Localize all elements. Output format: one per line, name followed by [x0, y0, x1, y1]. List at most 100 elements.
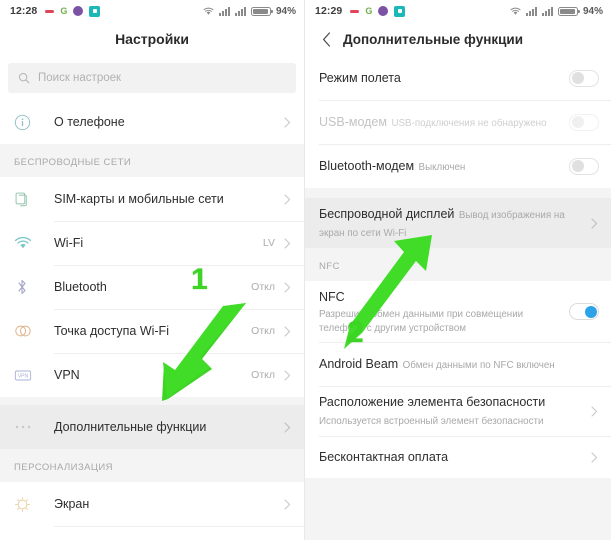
search-input[interactable] — [38, 72, 286, 84]
section-header-wireless: БЕСПРОВОДНЫЕ СЕТИ — [0, 144, 304, 177]
dash-icon — [350, 9, 360, 13]
sidebar-item-wallpaper[interactable]: Обои — [0, 526, 304, 540]
row-title: Расположение элемента безопасности — [319, 395, 546, 410]
setting-row-wireless-display[interactable]: Беспроводной дисплей Вывод изображения н… — [305, 198, 611, 248]
viber-icon — [378, 6, 389, 16]
sidebar-item-vpn[interactable]: VPN VPN Откл — [0, 353, 304, 397]
sidebar-item-wifi[interactable]: Wi-Fi LV — [0, 221, 304, 265]
row-value: LV — [262, 237, 275, 249]
chevron-right-icon — [589, 405, 599, 417]
chevron-right-icon — [282, 116, 292, 128]
wifi-icon — [203, 7, 214, 15]
setting-row-android-beam[interactable]: Android Beam Обмен данными по NFC включе… — [305, 342, 611, 387]
setting-row-bluetooth-tethering[interactable]: Bluetooth-модем Выключен — [305, 144, 611, 188]
app-icon — [89, 5, 101, 17]
search-icon — [18, 72, 30, 84]
more-dots-icon — [14, 424, 54, 430]
chevron-right-icon — [589, 217, 599, 229]
row-body: Точка доступа Wi-Fi — [54, 315, 251, 347]
status-bar-right: 12:29 G 94% — [305, 0, 611, 22]
chevron-right-icon — [282, 325, 292, 337]
back-chevron-icon[interactable] — [311, 22, 341, 56]
settings-list-left[interactable]: О телефоне БЕСПРОВОДНЫЕ СЕТИ — [0, 56, 304, 540]
sidebar-item-about-phone[interactable]: О телефоне — [0, 100, 304, 144]
dash-icon — [45, 9, 55, 13]
battery-percent: 94% — [275, 5, 296, 17]
sidebar-item-additional-functions[interactable]: Дополнительные функции — [0, 405, 304, 449]
app-icon — [394, 5, 406, 17]
gmail-icon: G — [365, 5, 373, 16]
brightness-icon — [14, 496, 54, 513]
row-title: Bluetooth — [54, 280, 107, 294]
row-body: SIM-карты и мобильные сети — [54, 183, 282, 215]
bluetooth-tethering-toggle[interactable] — [569, 157, 599, 175]
status-bar-left: 12:28 G 94% — [0, 0, 304, 22]
airplane-mode-toggle[interactable] — [569, 69, 599, 87]
svg-text:VPN: VPN — [18, 373, 29, 379]
status-notification-icons: G — [45, 5, 101, 17]
chevron-right-icon — [282, 193, 292, 205]
group-wireless-display: Беспроводной дисплей Вывод изображения н… — [305, 198, 611, 248]
row-body: Bluetooth-модем Выключен — [319, 150, 569, 182]
row-title: О телефоне — [54, 115, 125, 129]
vpn-icon: VPN — [14, 369, 54, 382]
row-body: О телефоне — [54, 106, 282, 138]
battery-icon — [250, 6, 273, 16]
setting-row-usb-tethering: USB-модем USB-подключения не обнаружено — [305, 100, 611, 144]
row-body: Расположение элемента безопасности Испол… — [319, 386, 589, 436]
setting-row-nfc[interactable]: NFC Разрешить обмен данными при совмещен… — [305, 281, 611, 343]
signal-icon — [218, 6, 230, 16]
group-nfc: NFC Разрешить обмен данными при совмещен… — [305, 281, 611, 479]
row-title: Бесконтактная оплата — [319, 450, 449, 465]
sidebar-item-wifi-hotspot[interactable]: Точка доступа Wi-Fi Откл — [0, 309, 304, 353]
setting-row-airplane-mode[interactable]: Режим полета — [305, 56, 611, 100]
row-body: Беспроводной дисплей Вывод изображения н… — [319, 198, 589, 248]
chevron-right-icon — [282, 369, 292, 381]
settings-list-right[interactable]: Режим полета USB-модем USB-подключения н… — [305, 56, 611, 540]
row-value: Откл — [251, 369, 275, 381]
row-value: Откл — [251, 281, 275, 293]
title-bar-right: Дополнительные функции — [305, 22, 611, 56]
usb-tethering-toggle — [569, 113, 599, 131]
chevron-right-icon — [282, 281, 292, 293]
row-title: SIM-карты и мобильные сети — [54, 192, 224, 206]
row-body: VPN — [54, 359, 251, 391]
row-body: Бесконтактная оплата — [319, 441, 589, 473]
row-body: NFC Разрешить обмен данными при совмещен… — [319, 281, 569, 342]
row-title: NFC — [319, 290, 345, 304]
nfc-toggle[interactable] — [569, 303, 599, 321]
row-body: Экран — [54, 488, 282, 520]
row-title: Беспроводной дисплей — [319, 207, 455, 221]
page-title: Настройки — [115, 31, 189, 47]
signal-icon — [234, 6, 246, 16]
row-body: USB-модем USB-подключения не обнаружено — [319, 106, 569, 138]
info-icon — [14, 114, 54, 131]
setting-row-contactless-payment[interactable]: Бесконтактная оплата — [305, 436, 611, 479]
sidebar-item-sim-cards[interactable]: SIM-карты и мобильные сети — [0, 177, 304, 221]
setting-row-secure-element[interactable]: Расположение элемента безопасности Испол… — [305, 386, 611, 437]
row-value: Откл — [251, 325, 275, 337]
row-subtitle: USB-подключения не обнаружено — [391, 118, 547, 129]
chevron-right-icon — [282, 421, 292, 433]
chevron-right-icon — [282, 237, 292, 249]
search-box[interactable] — [8, 63, 296, 93]
right-phone-screen: 12:29 G 94% Дополнительные функции Режим… — [305, 0, 611, 540]
group-connectivity: Режим полета USB-модем USB-подключения н… — [305, 56, 611, 188]
dual-screenshot-container: 12:28 G 94% Настройки Поиск настроек О т… — [0, 0, 611, 540]
group-personalization: Экран Обои — [0, 482, 304, 540]
signal-icon — [525, 6, 537, 16]
chevron-right-icon — [282, 498, 292, 510]
page-title: Дополнительные функции — [343, 31, 524, 47]
row-body: Wi-Fi — [54, 227, 263, 259]
status-time: 12:29 — [315, 5, 343, 17]
left-phone-screen: 12:28 G 94% Настройки Поиск настроек О т… — [0, 0, 305, 540]
row-subtitle: Используется встроенный элемент безопасн… — [319, 416, 544, 428]
row-title: Bluetooth-модем — [319, 159, 415, 173]
row-title: Точка доступа Wi-Fi — [54, 324, 169, 338]
sidebar-item-display[interactable]: Экран — [0, 482, 304, 526]
row-title: Дополнительные функции — [54, 420, 207, 434]
viber-icon — [73, 6, 84, 16]
sidebar-item-bluetooth[interactable]: Bluetooth Откл — [0, 265, 304, 309]
row-body: Обои — [54, 532, 282, 540]
row-subtitle: Разрешить обмен данными при совмещении т… — [319, 309, 524, 334]
